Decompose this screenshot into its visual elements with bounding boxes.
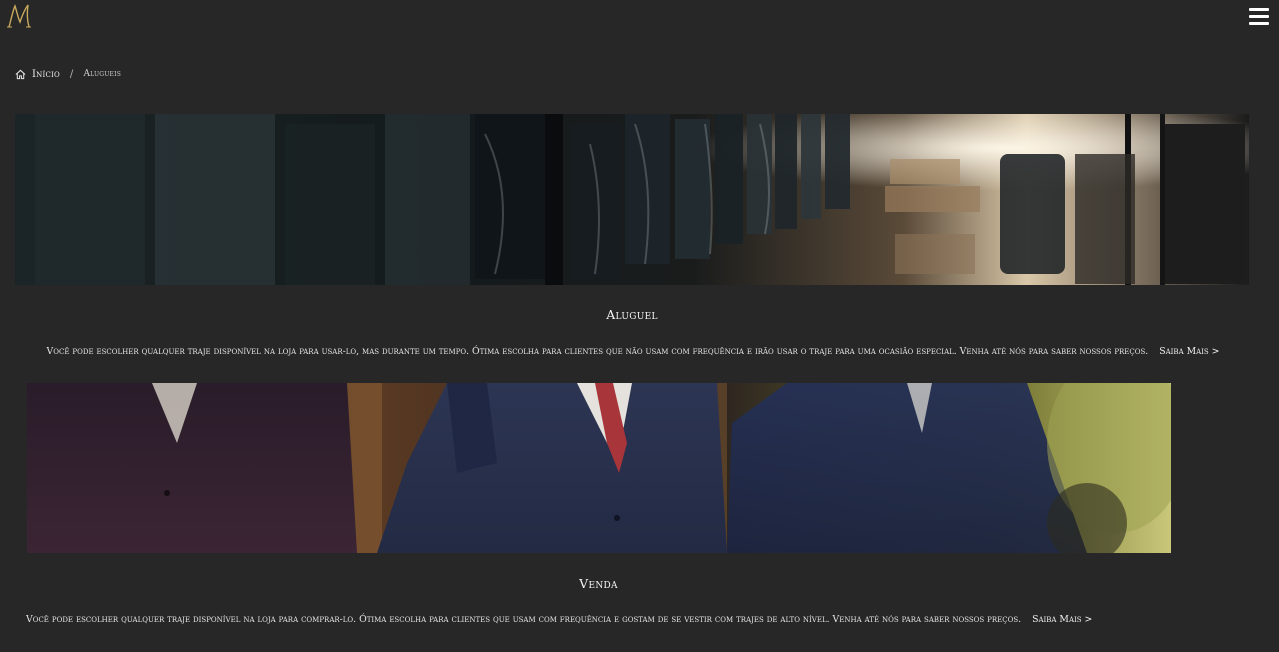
menu-bar: [1249, 22, 1269, 25]
rental-description: Você pode escolher qualquer traje dispon…: [15, 346, 1251, 358]
breadcrumb-home-link[interactable]: Início: [32, 69, 60, 80]
hamburger-menu-icon[interactable]: [1249, 8, 1269, 25]
sale-banner-image: [27, 383, 1171, 553]
logo-m-icon: [7, 4, 31, 28]
sale-description: Você pode escolher qualquer traje dispon…: [26, 614, 1206, 626]
rental-more-link[interactable]: Saiba Mais >: [1159, 346, 1219, 357]
brand-logo[interactable]: [6, 2, 32, 30]
sale-more-link[interactable]: Saiba Mais >: [1032, 614, 1092, 625]
menu-bar: [1249, 15, 1269, 18]
breadcrumb-current: Alugueis: [83, 69, 122, 79]
rental-banner-image: [15, 114, 1249, 285]
top-bar: [0, 0, 1279, 34]
rental-text: Você pode escolher qualquer traje dispon…: [46, 346, 1149, 357]
menu-bar: [1249, 8, 1269, 11]
sale-title: Venda: [579, 576, 618, 591]
rental-title: Aluguel: [606, 307, 658, 322]
sale-text: Você pode escolher qualquer traje dispon…: [26, 614, 1022, 625]
home-icon[interactable]: [15, 69, 26, 80]
breadcrumb: Início / Alugueis: [15, 68, 121, 80]
breadcrumb-separator: /: [69, 68, 74, 80]
